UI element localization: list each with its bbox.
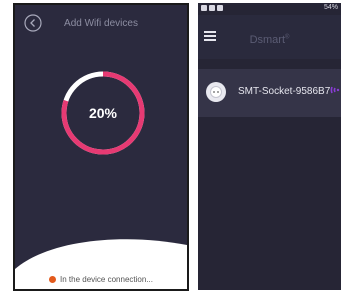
add-wifi-screen: Add Wifi devices 20% In the device conne… xyxy=(13,3,189,291)
page-title: Add Wifi devices xyxy=(64,18,138,29)
connection-status: In the device connection... xyxy=(15,275,187,284)
battery-percent: 54% xyxy=(323,4,338,11)
progress-percent: 20% xyxy=(89,105,118,121)
notification-icons xyxy=(201,5,223,11)
device-item[interactable]: SMT-Socket-9586B7 xyxy=(198,69,341,117)
notification-icon xyxy=(209,5,215,11)
registered-mark: ® xyxy=(285,34,290,41)
wifi-icon xyxy=(330,86,340,94)
progress-ring: 20% xyxy=(61,71,145,155)
brand-name: Dsmart xyxy=(249,34,286,46)
app-header: Dsmart® xyxy=(198,15,341,59)
notification-icon xyxy=(201,5,207,11)
status-dot xyxy=(49,276,57,283)
device-list-screen: 54% Dsmart® SMT-Socket-9586B7 xyxy=(198,3,341,290)
socket-icon xyxy=(206,82,226,102)
topbar: Add Wifi devices xyxy=(15,5,187,41)
device-name: SMT-Socket-9586B7 xyxy=(238,86,331,97)
status-text: In the device connection... xyxy=(60,275,153,284)
app-brand: Dsmart® xyxy=(198,34,341,46)
notification-icon xyxy=(217,5,223,11)
system-status-bar: 54% xyxy=(198,3,341,15)
